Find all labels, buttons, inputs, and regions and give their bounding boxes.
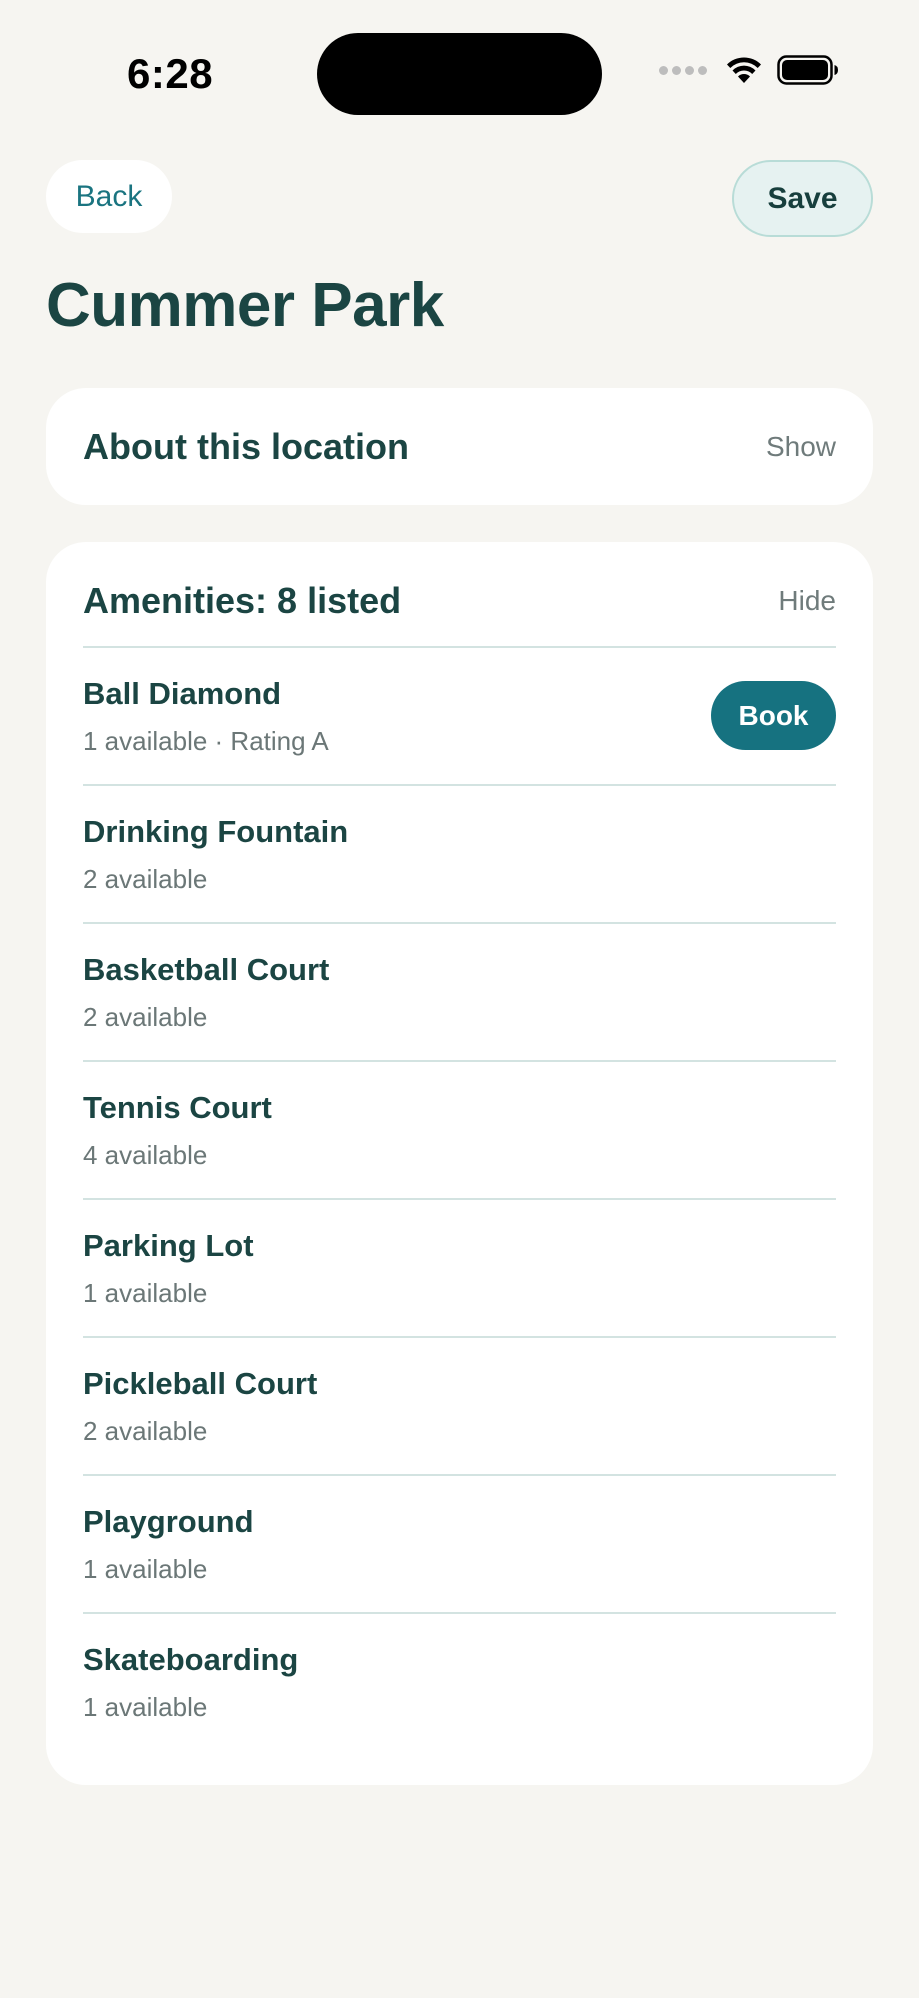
about-location-header[interactable]: About this location Show	[83, 388, 836, 505]
save-button[interactable]: Save	[732, 160, 873, 237]
page-title: Cummer Park	[46, 271, 444, 340]
amenity-detail: 4 available	[83, 1140, 208, 1170]
about-location-card: About this location Show	[46, 388, 873, 505]
amenities-card: Amenities: 8 listed Hide Ball Diamond 1 …	[46, 542, 873, 1785]
amenity-name: Tennis Court	[83, 1090, 272, 1125]
amenity-detail: 2 available	[83, 1002, 208, 1032]
amenity-item-pickleball-court: Pickleball Court 2 available	[83, 1336, 836, 1474]
amenity-name: Basketball Court	[83, 952, 330, 987]
amenity-detail: 2 available	[83, 1416, 208, 1446]
amenity-detail: 1 available	[83, 1692, 208, 1722]
amenity-detail: 1 available	[83, 1278, 208, 1308]
wifi-icon	[727, 57, 761, 83]
amenity-name: Playground	[83, 1504, 254, 1539]
status-bar: 6:28	[0, 0, 919, 130]
amenity-list: Ball Diamond 1 available · Rating A Book…	[83, 646, 836, 1750]
dynamic-island	[317, 33, 602, 115]
amenity-name: Skateboarding	[83, 1642, 299, 1677]
amenity-item-parking-lot: Parking Lot 1 available	[83, 1198, 836, 1336]
amenity-item-basketball-court: Basketball Court 2 available	[83, 922, 836, 1060]
amenity-item-ball-diamond: Ball Diamond 1 available · Rating A Book	[83, 646, 836, 784]
book-button[interactable]: Book	[711, 681, 836, 750]
amenity-detail: 2 available	[83, 864, 208, 894]
amenities-hide-toggle[interactable]: Hide	[778, 585, 836, 617]
amenity-detail: 1 available	[83, 1554, 208, 1584]
back-button[interactable]: Back	[46, 160, 172, 233]
about-location-title: About this location	[83, 425, 409, 467]
amenity-name: Ball Diamond	[83, 676, 282, 711]
about-show-toggle[interactable]: Show	[766, 431, 836, 463]
amenity-item-tennis-court: Tennis Court 4 available	[83, 1060, 836, 1198]
amenities-header[interactable]: Amenities: 8 listed Hide	[83, 542, 836, 646]
amenity-detail: 1 available · Rating A	[83, 726, 329, 756]
amenity-name: Drinking Fountain	[83, 814, 349, 849]
amenity-name: Pickleball Court	[83, 1366, 318, 1401]
amenity-name: Parking Lot	[83, 1228, 254, 1263]
battery-icon	[777, 55, 838, 85]
status-icons	[659, 55, 839, 85]
amenity-item-playground: Playground 1 available	[83, 1474, 836, 1612]
amenities-title: Amenities: 8 listed	[83, 580, 402, 621]
amenity-item-drinking-fountain: Drinking Fountain 2 available	[83, 784, 836, 922]
status-time: 6:28	[127, 50, 214, 97]
cellular-signal-icon	[659, 65, 707, 75]
amenity-item-skateboarding: Skateboarding 1 available	[83, 1612, 836, 1750]
